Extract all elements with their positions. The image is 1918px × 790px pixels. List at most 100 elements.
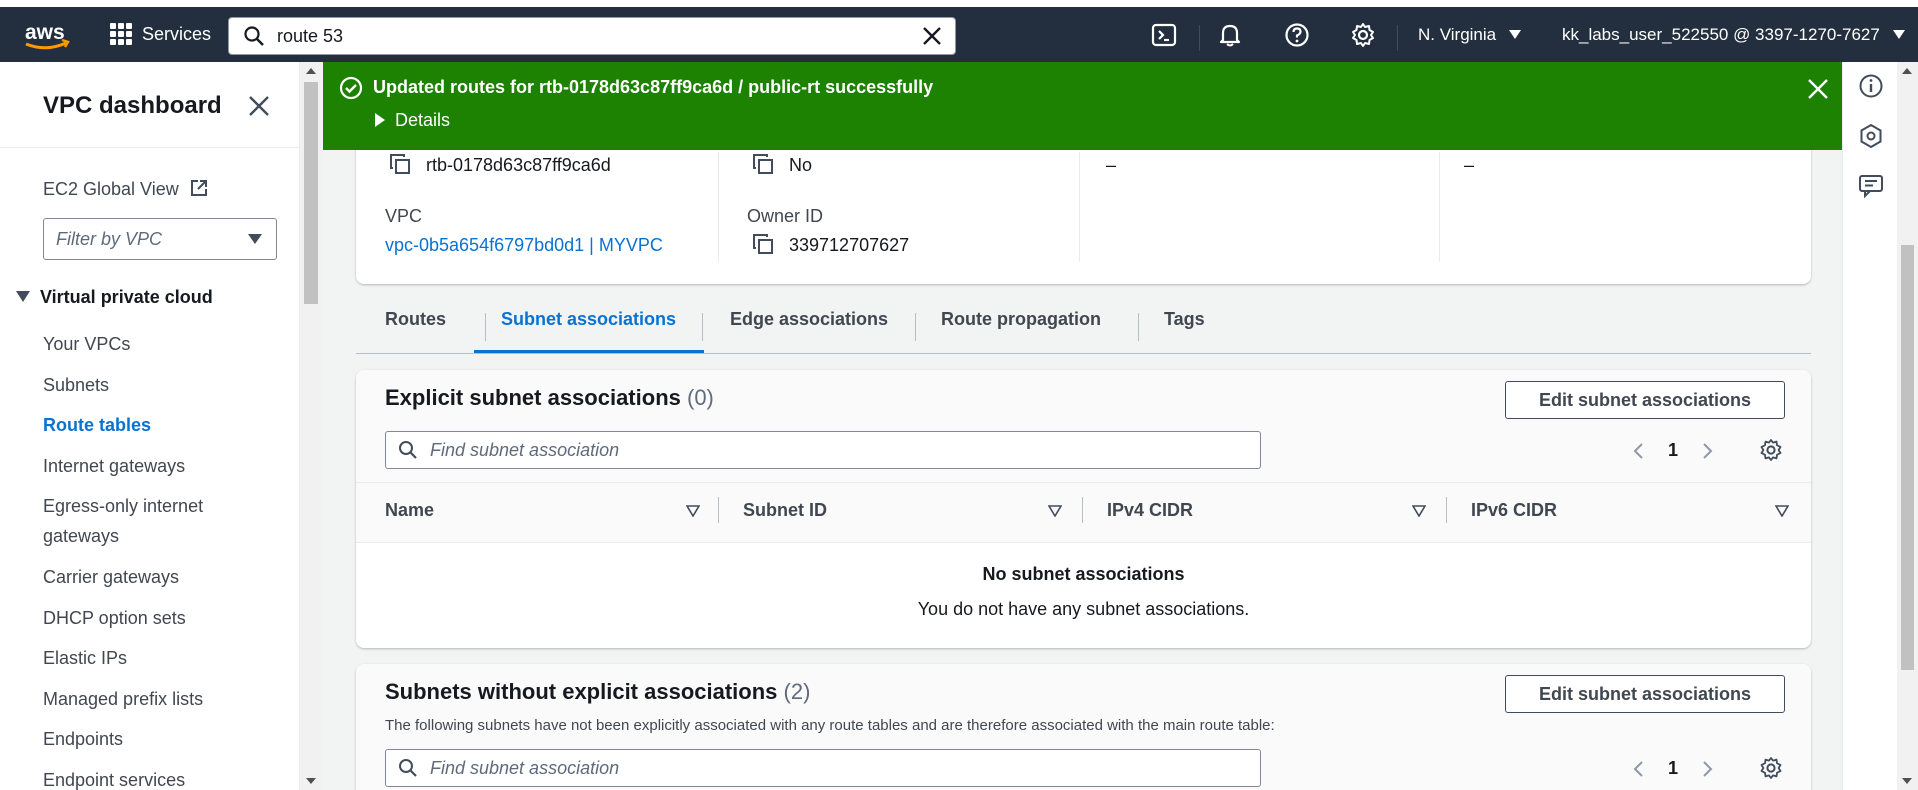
banner-details-toggle[interactable]: Details: [375, 110, 450, 131]
route-table-tabs: Routes Subnet associations Edge associat…: [356, 294, 1811, 354]
page-number[interactable]: 1: [1668, 758, 1678, 779]
column3-value: –: [1106, 155, 1117, 175]
pagination: 1: [1630, 758, 1716, 779]
scroll-up-icon[interactable]: [306, 68, 316, 74]
sidebar-item-endpoints[interactable]: Endpoints: [43, 724, 123, 754]
vpc-link[interactable]: vpc-0b5a654f6797bd0d1 | MYVPC: [385, 235, 663, 256]
tab-separator: [915, 313, 916, 341]
find-subnet-association-input[interactable]: [430, 757, 1230, 779]
find-subnet-association-input[interactable]: [430, 439, 1230, 461]
column-header-subnet-id[interactable]: Subnet ID: [743, 500, 827, 521]
global-search-box[interactable]: [228, 17, 956, 55]
sidebar-item-egress-only-internet-gateways[interactable]: Egress-only internet: [43, 491, 203, 521]
sidebar-item-egress-only-internet-gateways-line2[interactable]: gateways: [43, 521, 119, 551]
sidebar-item-your-vpcs[interactable]: Your VPCs: [43, 329, 130, 359]
table-header-divider-top: [356, 482, 1811, 483]
sidebar-item-subnets[interactable]: Subnets: [43, 370, 109, 400]
sort-icon[interactable]: [1048, 505, 1062, 517]
copy-icon[interactable]: [752, 233, 774, 255]
services-label: Services: [142, 23, 212, 44]
copy-icon[interactable]: [389, 153, 411, 175]
table-header-divider-bottom: [356, 542, 1811, 543]
main-content: rtb-0178d63c87ff9ca6d No – – VPC vpc-0b5…: [323, 62, 1842, 790]
top-strip: [0, 0, 1918, 7]
sidebar-item-internet-gateways[interactable]: Internet gateways: [43, 451, 185, 481]
tab-routes[interactable]: Routes: [385, 309, 446, 330]
pagination: 1: [1630, 440, 1716, 461]
count-badge: (2): [783, 679, 811, 704]
column-header-ipv4-cidr[interactable]: IPv4 CIDR: [1107, 500, 1193, 521]
gear-icon[interactable]: [1759, 438, 1783, 462]
caret-right-icon: [375, 113, 385, 127]
column-header-name[interactable]: Name: [385, 500, 434, 521]
hexagon-icon[interactable]: [1858, 123, 1884, 149]
bell-icon[interactable]: [1217, 22, 1243, 48]
search-icon: [244, 26, 264, 46]
tab-edge-associations[interactable]: Edge associations: [730, 309, 888, 330]
tab-separator: [485, 313, 486, 341]
clear-icon[interactable]: [921, 25, 943, 47]
sidebar-item-endpoint-services[interactable]: Endpoint services: [43, 765, 185, 790]
grid-icon: [110, 23, 132, 45]
route-table-id-value: rtb-0178d63c87ff9ca6d: [426, 155, 611, 175]
services-menu-button[interactable]: Services: [110, 23, 211, 45]
edit-subnet-associations-button[interactable]: Edit subnet associations: [1505, 381, 1785, 419]
chevron-left-icon[interactable]: [1630, 760, 1648, 778]
account-menu[interactable]: kk_labs_user_522550 @ 3397-1270-7627: [1562, 25, 1905, 45]
close-icon[interactable]: [247, 94, 271, 118]
sidebar-title: VPC dashboard: [43, 92, 222, 119]
edit-subnet-associations-button[interactable]: Edit subnet associations: [1505, 675, 1785, 713]
page-number[interactable]: 1: [1668, 440, 1678, 461]
sort-icon[interactable]: [1775, 505, 1789, 517]
sort-icon[interactable]: [1412, 505, 1426, 517]
feedback-icon[interactable]: [1858, 173, 1884, 199]
close-icon[interactable]: [1806, 77, 1830, 101]
info-icon[interactable]: [1858, 73, 1884, 99]
find-subnet-association-box[interactable]: [385, 431, 1261, 469]
cloudshell-icon[interactable]: [1151, 22, 1177, 48]
scroll-up-icon[interactable]: [1902, 68, 1912, 74]
scroll-thumb[interactable]: [1901, 245, 1914, 670]
main-scrollbar[interactable]: [1897, 62, 1918, 790]
active-tab-indicator: [474, 350, 704, 353]
section-label: Virtual private cloud: [40, 287, 213, 307]
column-header-ipv6-cidr[interactable]: IPv6 CIDR: [1471, 500, 1557, 521]
sidebar-item-elastic-ips[interactable]: Elastic IPs: [43, 643, 127, 673]
title-text: Subnets without explicit associations: [385, 679, 778, 704]
aws-logo-text: aws: [25, 21, 65, 44]
vpc-label: VPC: [385, 206, 423, 226]
chevron-left-icon[interactable]: [1630, 442, 1648, 460]
caret-down-icon: [1892, 30, 1905, 39]
gear-icon[interactable]: [1759, 756, 1783, 780]
copy-icon[interactable]: [752, 153, 774, 175]
region-selector[interactable]: N. Virginia: [1418, 25, 1521, 45]
chevron-right-icon[interactable]: [1698, 760, 1716, 778]
vpc-filter-select[interactable]: Filter by VPC: [43, 218, 277, 260]
tab-subnet-associations[interactable]: Subnet associations: [501, 309, 676, 330]
sidebar-item-managed-prefix-lists[interactable]: Managed prefix lists: [43, 684, 203, 714]
sidebar-scrollbar[interactable]: [300, 62, 322, 790]
aws-logo-icon[interactable]: aws: [22, 19, 72, 53]
find-subnet-association-box[interactable]: [385, 749, 1261, 787]
gear-icon[interactable]: [1350, 22, 1376, 48]
ec2-global-view-link[interactable]: EC2 Global View: [43, 174, 208, 204]
scroll-down-icon[interactable]: [1902, 778, 1912, 784]
column-divider: [1439, 152, 1440, 262]
sidebar-item-carrier-gateways[interactable]: Carrier gateways: [43, 562, 179, 592]
search-icon: [399, 759, 417, 777]
scroll-thumb[interactable]: [304, 82, 318, 304]
column4-value: –: [1464, 155, 1475, 175]
title-text: Explicit subnet associations: [385, 385, 681, 410]
tab-tags[interactable]: Tags: [1164, 309, 1205, 330]
scroll-down-icon[interactable]: [306, 778, 316, 784]
column-separator: [718, 497, 719, 523]
sidebar-item-dhcp-option-sets[interactable]: DHCP option sets: [43, 603, 186, 633]
tab-route-propagation[interactable]: Route propagation: [941, 309, 1101, 330]
chevron-right-icon[interactable]: [1698, 442, 1716, 460]
help-icon[interactable]: [1284, 22, 1310, 48]
sort-icon[interactable]: [686, 505, 700, 517]
global-search-input[interactable]: [277, 25, 897, 47]
sidebar-item-route-tables[interactable]: Route tables: [43, 410, 151, 440]
virtual-private-cloud-section[interactable]: Virtual private cloud: [16, 287, 213, 308]
ec2-global-view-label: EC2 Global View: [43, 179, 179, 199]
